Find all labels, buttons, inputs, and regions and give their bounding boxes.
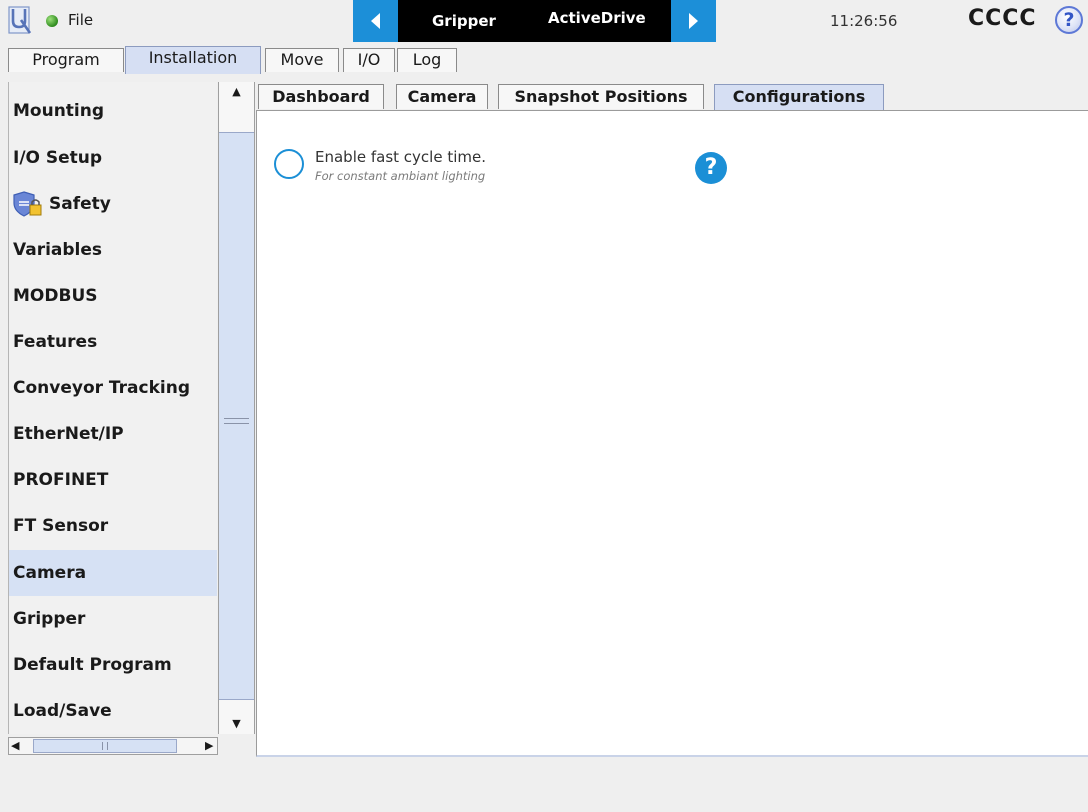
tab-installation[interactable]: Installation <box>125 46 261 74</box>
sidebar-item-load-save[interactable]: Load/Save <box>9 688 217 734</box>
grip-icon <box>224 418 249 424</box>
tab-configurations[interactable]: Configurations <box>714 84 884 111</box>
tab-snapshot-positions[interactable]: Snapshot Positions <box>498 84 704 109</box>
sidebar-item-label: FT Sensor <box>13 516 109 536</box>
nav-primary-label: Gripper <box>432 12 496 30</box>
fast-cycle-radio-button[interactable] <box>274 149 304 179</box>
nav-next-button[interactable] <box>671 0 716 42</box>
sidebar-vertical-scrollbar[interactable]: ▲ ▼ <box>218 82 255 734</box>
scroll-left-arrow-icon[interactable]: ◀ <box>11 739 19 752</box>
sidebar-item-mounting[interactable]: Mounting <box>9 88 217 134</box>
sidebar-item-label: Variables <box>13 240 103 260</box>
robot-name: CCCC <box>968 6 1037 31</box>
tab-log[interactable]: Log <box>397 48 457 72</box>
sidebar-item-label: Load/Save <box>13 701 112 721</box>
nav-previous-button[interactable] <box>353 0 398 42</box>
sidebar-item-profinet[interactable]: PROFINET <box>9 457 217 503</box>
sidebar-item-modbus[interactable]: MODBUS <box>9 273 217 319</box>
sidebar-item-label: Conveyor Tracking <box>13 378 190 398</box>
clock: 11:26:56 <box>830 12 898 30</box>
tab-dashboard[interactable]: Dashboard <box>258 84 384 109</box>
sidebar-item-label: EtherNet/IP <box>13 424 124 444</box>
sidebar-item-label: Gripper <box>13 609 86 629</box>
sidebar-item-label: Safety <box>49 194 111 214</box>
tab-io[interactable]: I/O <box>343 48 395 72</box>
sidebar-item-default-program[interactable]: Default Program <box>9 642 217 688</box>
sidebar-item-label: Default Program <box>13 655 172 675</box>
sidebar-item-ft-sensor[interactable]: FT Sensor <box>9 503 217 549</box>
sidebar-item-label: Camera <box>13 563 87 583</box>
sidebar-item-label: Mounting <box>13 101 105 121</box>
scroll-right-arrow-icon[interactable]: ▶ <box>205 739 213 752</box>
tab-move[interactable]: Move <box>265 48 339 72</box>
sidebar-item-label: PROFINET <box>13 470 109 490</box>
sidebar-item-label: Features <box>13 332 98 352</box>
nav-title-bar: Gripper ActiveDrive <box>398 0 671 42</box>
sidebar-item-camera[interactable]: Camera <box>9 550 217 596</box>
sidebar-item-ethernet-ip[interactable]: EtherNet/IP <box>9 411 217 457</box>
sidebar-horizontal-scrollbar[interactable]: ◀ ▶ <box>8 737 218 755</box>
grip-icon <box>102 742 108 750</box>
sidebar-item-label: I/O Setup <box>13 148 103 168</box>
sidebar-item-conveyor-tracking[interactable]: Conveyor Tracking <box>9 365 217 411</box>
universal-robots-logo[interactable] <box>8 6 34 34</box>
sidebar-item-label: MODBUS <box>13 286 98 306</box>
top-bar: File Gripper ActiveDrive 11:26:56 CCCC ? <box>0 0 1088 44</box>
sidebar-item-gripper[interactable]: Gripper <box>9 596 217 642</box>
file-menu[interactable]: File <box>68 11 93 29</box>
tab-program[interactable]: Program <box>8 48 124 72</box>
shield-lock-icon <box>13 191 42 217</box>
scrollbar-thumb[interactable] <box>33 739 177 753</box>
nav-secondary-label: ActiveDrive <box>548 9 646 27</box>
camera-tab-bar: Dashboard Camera Snapshot Positions Conf… <box>256 82 1088 111</box>
bottom-bar <box>0 757 1088 812</box>
main-tab-bar: Program Installation Move I/O Log <box>0 44 1088 74</box>
fast-cycle-label: Enable fast cycle time. <box>315 148 486 166</box>
help-icon[interactable]: ? <box>695 152 727 184</box>
sidebar-item-variables[interactable]: Variables <box>9 227 217 273</box>
configurations-panel: Enable fast cycle time. For constant amb… <box>256 110 1088 757</box>
fast-cycle-hint: For constant ambiant lighting <box>315 169 486 183</box>
scroll-down-arrow-icon[interactable]: ▼ <box>219 714 254 734</box>
installation-sidebar: Mounting I/O Setup Safety Variables MODB… <box>8 82 217 734</box>
sidebar-item-safety[interactable]: Safety <box>9 181 217 227</box>
robot-status-icon <box>46 15 58 27</box>
sidebar-item-io-setup[interactable]: I/O Setup <box>9 135 217 181</box>
tab-camera[interactable]: Camera <box>396 84 488 109</box>
scroll-up-arrow-icon[interactable]: ▲ <box>219 82 254 102</box>
help-icon[interactable]: ? <box>1055 6 1083 34</box>
sidebar-item-features[interactable]: Features <box>9 319 217 365</box>
scrollbar-thumb[interactable] <box>219 132 254 700</box>
